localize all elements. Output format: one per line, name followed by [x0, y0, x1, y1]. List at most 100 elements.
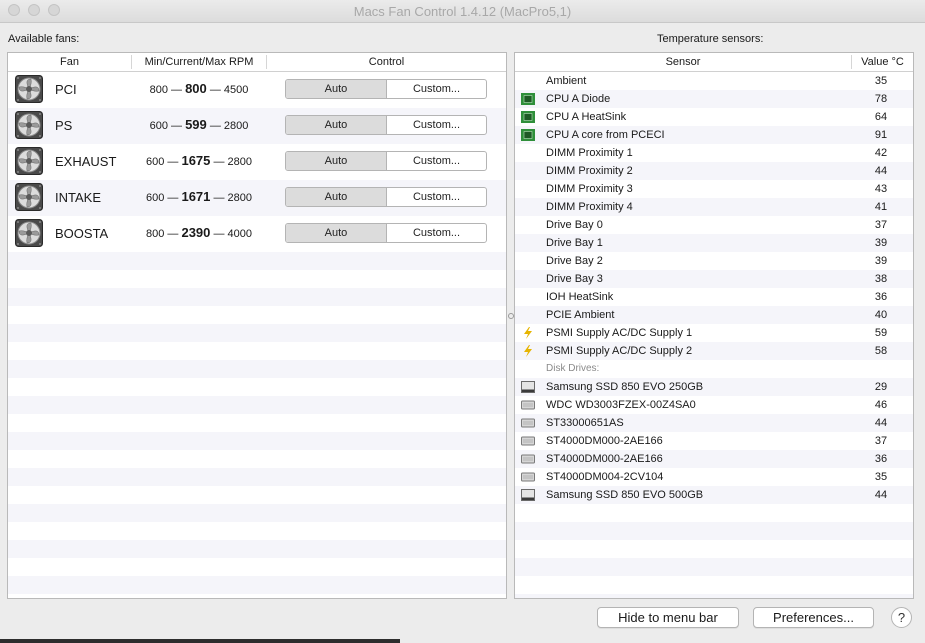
- hdd-icon: [521, 435, 535, 447]
- fan-icon: [15, 111, 43, 139]
- fan-rpm-max: 2800: [223, 120, 249, 132]
- sensor-row[interactable]: DIMM Proximity 2 44: [515, 162, 913, 180]
- sensor-row[interactable]: PCIE Ambient 40: [515, 306, 913, 324]
- column-header-value[interactable]: Value °C: [852, 56, 913, 68]
- fan-row[interactable]: PS 600 — 599 — 2800 Auto Custom...: [8, 108, 506, 144]
- desktop-strip: [0, 639, 400, 643]
- sensor-row[interactable]: Ambient 35: [515, 72, 913, 90]
- sensor-row[interactable]: CPU A core from PCECI 91: [515, 126, 913, 144]
- sensor-row[interactable]: WDC WD3003FZEX-00Z4SA0 46: [515, 396, 913, 414]
- sensor-row[interactable]: Drive Bay 0 37: [515, 216, 913, 234]
- empty-row: [8, 468, 506, 486]
- fan-rpm-max: 4000: [227, 228, 252, 240]
- fan-custom-button[interactable]: Custom...: [387, 116, 486, 134]
- sensor-name: PSMI Supply AC/DC Supply 1: [546, 327, 693, 339]
- fan-custom-button[interactable]: Custom...: [387, 224, 486, 242]
- rpm-separator: —: [209, 84, 221, 96]
- column-header-control[interactable]: Control: [267, 56, 506, 68]
- fan-auto-button[interactable]: Auto: [286, 188, 387, 206]
- fan-auto-button[interactable]: Auto: [286, 116, 387, 134]
- column-header-sensor[interactable]: Sensor: [515, 56, 851, 68]
- sensor-name: DIMM Proximity 4: [546, 201, 633, 213]
- sensor-row[interactable]: Drive Bay 1 39: [515, 234, 913, 252]
- fan-auto-button[interactable]: Auto: [286, 152, 387, 170]
- hdd-icon: [521, 399, 535, 411]
- sensor-row[interactable]: ST33000651AS 44: [515, 414, 913, 432]
- fan-rpm-current: 2390: [181, 225, 211, 240]
- fans-table: Fan Min/Current/Max RPM Control PCI 800 —…: [7, 52, 507, 599]
- empty-row: [8, 540, 506, 558]
- empty-row: [8, 594, 506, 598]
- rpm-separator: —: [167, 228, 179, 240]
- sensor-value: 91: [874, 129, 888, 141]
- sensor-row[interactable]: IOH HeatSink 36: [515, 288, 913, 306]
- sensor-name: Drive Bay 0: [546, 219, 603, 231]
- sensor-name: Drive Bay 1: [546, 237, 603, 249]
- sensor-name: CPU A Diode: [546, 93, 611, 105]
- sensor-row[interactable]: CPU A HeatSink 64: [515, 108, 913, 126]
- column-header-fan[interactable]: Fan: [8, 56, 131, 68]
- empty-row: [515, 540, 913, 558]
- fan-name: EXHAUST: [55, 154, 117, 169]
- fan-icon: [15, 147, 43, 175]
- sensor-name: IOH HeatSink: [546, 291, 614, 303]
- column-header-rpm[interactable]: Min/Current/Max RPM: [132, 56, 266, 68]
- fan-rpm-current: 1675: [181, 153, 211, 168]
- sensor-row[interactable]: Drive Bay 2 39: [515, 252, 913, 270]
- sensor-row[interactable]: DIMM Proximity 4 41: [515, 198, 913, 216]
- fan-row[interactable]: EXHAUST 600 — 1675 — 2800 Auto Custom...: [8, 144, 506, 180]
- fan-control-segmented: Auto Custom...: [285, 79, 487, 99]
- sensor-name: Drive Bay 3: [546, 273, 603, 285]
- sensor-value: 36: [874, 291, 888, 303]
- fan-auto-button[interactable]: Auto: [286, 80, 387, 98]
- sensor-name: Drive Bay 2: [546, 255, 603, 267]
- sensor-row[interactable]: DIMM Proximity 1 42: [515, 144, 913, 162]
- lightning-icon: [521, 327, 535, 339]
- title-bar: Macs Fan Control 1.4.12 (MacPro5,1): [0, 0, 925, 23]
- sensor-row[interactable]: ST4000DM000-2AE166 36: [515, 450, 913, 468]
- sensor-value: 29: [874, 381, 888, 393]
- fan-custom-button[interactable]: Custom...: [387, 80, 486, 98]
- sensor-row[interactable]: DIMM Proximity 3 43: [515, 180, 913, 198]
- sensor-value: 43: [874, 183, 888, 195]
- sensor-row[interactable]: PSMI Supply AC/DC Supply 2 58: [515, 342, 913, 360]
- empty-row: [515, 522, 913, 540]
- sensor-value: 35: [874, 75, 888, 87]
- fan-name: PS: [55, 118, 73, 133]
- fan-row[interactable]: PCI 800 — 800 — 4500 Auto Custom...: [8, 72, 506, 108]
- empty-row: [8, 450, 506, 468]
- sensor-group-row: Disk Drives:: [515, 360, 913, 378]
- sensor-row[interactable]: Drive Bay 3 38: [515, 270, 913, 288]
- sensor-value: 36: [874, 453, 888, 465]
- empty-row: [8, 396, 506, 414]
- sensor-row[interactable]: ST4000DM000-2AE166 37: [515, 432, 913, 450]
- sensor-value: 41: [874, 201, 888, 213]
- hide-to-menu-bar-button[interactable]: Hide to menu bar: [597, 607, 739, 628]
- rpm-separator: —: [213, 156, 225, 168]
- sensor-row[interactable]: CPU A Diode 78: [515, 90, 913, 108]
- fan-row[interactable]: INTAKE 600 — 1671 — 2800 Auto Custom...: [8, 180, 506, 216]
- fan-custom-button[interactable]: Custom...: [387, 152, 486, 170]
- preferences-button[interactable]: Preferences...: [753, 607, 874, 628]
- fan-row[interactable]: BOOSTA 800 — 2390 — 4000 Auto Custom...: [8, 216, 506, 252]
- sensor-value: 42: [874, 147, 888, 159]
- sensor-row[interactable]: PSMI Supply AC/DC Supply 1 59: [515, 324, 913, 342]
- rpm-separator: —: [213, 228, 225, 240]
- fan-auto-button[interactable]: Auto: [286, 224, 387, 242]
- help-button[interactable]: ?: [891, 607, 912, 628]
- rpm-separator: —: [213, 192, 225, 204]
- sensor-name: Ambient: [546, 75, 587, 87]
- sensor-value: 39: [874, 255, 888, 267]
- sensor-value: 58: [874, 345, 888, 357]
- sensor-value: 44: [874, 489, 888, 501]
- sensor-row[interactable]: ST4000DM004-2CV104 35: [515, 468, 913, 486]
- empty-row: [515, 504, 913, 522]
- fan-rpm: 800 — 800 — 4500: [123, 81, 275, 96]
- fan-custom-button[interactable]: Custom...: [387, 188, 486, 206]
- sensor-row[interactable]: Samsung SSD 850 EVO 250GB 29: [515, 378, 913, 396]
- fan-control-segmented: Auto Custom...: [285, 223, 487, 243]
- empty-row: [8, 522, 506, 540]
- sensor-row[interactable]: Samsung SSD 850 EVO 500GB 44: [515, 486, 913, 504]
- sensors-section-label: Temperature sensors:: [657, 33, 764, 45]
- chip-icon: [521, 129, 535, 141]
